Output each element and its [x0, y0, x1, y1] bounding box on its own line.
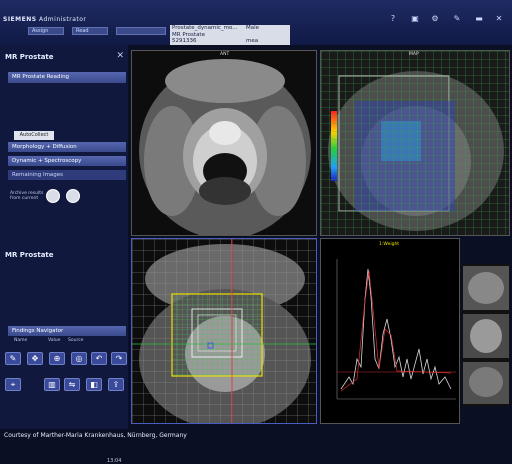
workflow-step-read[interactable]: Read: [72, 27, 108, 35]
roi-tool-icon[interactable]: ◎: [71, 352, 87, 365]
patient-unit: mea: [246, 38, 259, 44]
panel-close-icon[interactable]: ✕: [116, 51, 124, 61]
axial-image: [132, 51, 316, 235]
panel-title: MR Prostate: [5, 53, 54, 61]
viewer-parametric-map[interactable]: MAP: [320, 50, 510, 236]
axial-orientation-label: ANT: [220, 52, 230, 57]
autocollect-button[interactable]: AutoCollect: [14, 131, 54, 140]
help-icon[interactable]: ?: [388, 14, 398, 24]
center-tool-icon[interactable]: ⌖: [5, 378, 21, 391]
viewer-axial[interactable]: ANT: [131, 50, 317, 236]
annotate-tool-icon[interactable]: ✎: [5, 352, 21, 365]
viewer-spectrum[interactable]: 1:Weight: [320, 238, 460, 424]
spectroscopy-grid-image: [132, 239, 316, 423]
patient-info[interactable]: Prostate_dynamic_mo... Male MR Prostate 5…: [170, 25, 290, 45]
map-orientation-label: MAP: [409, 52, 419, 57]
archive-stop-button[interactable]: [66, 189, 80, 203]
findings-col-value: Value: [48, 338, 61, 343]
findings-navigator-header[interactable]: Findings Navigator: [8, 326, 126, 336]
left-panel: MR Prostate ✕ MR Prostate Reading AutoCo…: [0, 45, 128, 464]
export-tool-icon[interactable]: ⇪: [108, 378, 124, 391]
remaining-images[interactable]: Remaining Images: [8, 170, 126, 180]
user-name: Administrator: [39, 16, 87, 23]
brand-logo: SIEMENS Administrator: [3, 16, 87, 23]
redo-icon[interactable]: ↷: [111, 352, 127, 365]
reading-section-header[interactable]: MR Prostate Reading: [8, 72, 126, 83]
findings-col-source: Source: [68, 338, 84, 343]
layout-tool-icon[interactable]: ▥: [44, 378, 60, 391]
clock: 13:04: [107, 458, 122, 464]
close-icon[interactable]: ✕: [494, 14, 504, 24]
workflow-step-3[interactable]: [116, 27, 166, 35]
patient-sex: Male: [246, 25, 260, 31]
thumbnail-strip[interactable]: [462, 264, 510, 406]
color-tool-icon[interactable]: ◧: [86, 378, 102, 391]
zoom-tool-icon[interactable]: ⊕: [49, 352, 65, 365]
image-credit: Courtesy of Marther-Maria Krankenhaus, N…: [4, 432, 187, 439]
thumbnail-images: [463, 266, 509, 404]
viewer-spectroscopy-grid[interactable]: [131, 238, 317, 424]
archive-confirm-button[interactable]: [46, 189, 60, 203]
tools-icon[interactable]: ✎: [452, 14, 462, 24]
settings-icon[interactable]: ⚙: [430, 14, 440, 24]
section-dynamic-spectroscopy[interactable]: Dynamic + Spectroscopy: [8, 156, 126, 166]
minimize-icon[interactable]: ▬: [474, 14, 484, 24]
spectrum-label: 1:Weight: [379, 242, 400, 247]
workflow-step-assign[interactable]: Assign: [28, 27, 64, 35]
top-bar: SIEMENS Administrator Assign Read Prosta…: [0, 0, 512, 45]
archive-icon[interactable]: ▣: [410, 14, 420, 24]
parametric-map-image: [321, 51, 509, 235]
section-morphology-diffusion[interactable]: Morphology + Diffusion: [8, 142, 126, 152]
spectrum-plot: [321, 239, 459, 423]
findings-col-name: Name: [14, 338, 28, 343]
compare-tool-icon[interactable]: ⇋: [64, 378, 80, 391]
patient-name: Prostate_dynamic_mo...: [172, 25, 238, 31]
undo-icon[interactable]: ↶: [91, 352, 107, 365]
patient-id: 5291336: [172, 38, 197, 44]
archive-text: Archive results from current: [10, 191, 44, 201]
pan-tool-icon[interactable]: ✥: [27, 352, 43, 365]
panel-subtitle: MR Prostate: [5, 251, 54, 259]
